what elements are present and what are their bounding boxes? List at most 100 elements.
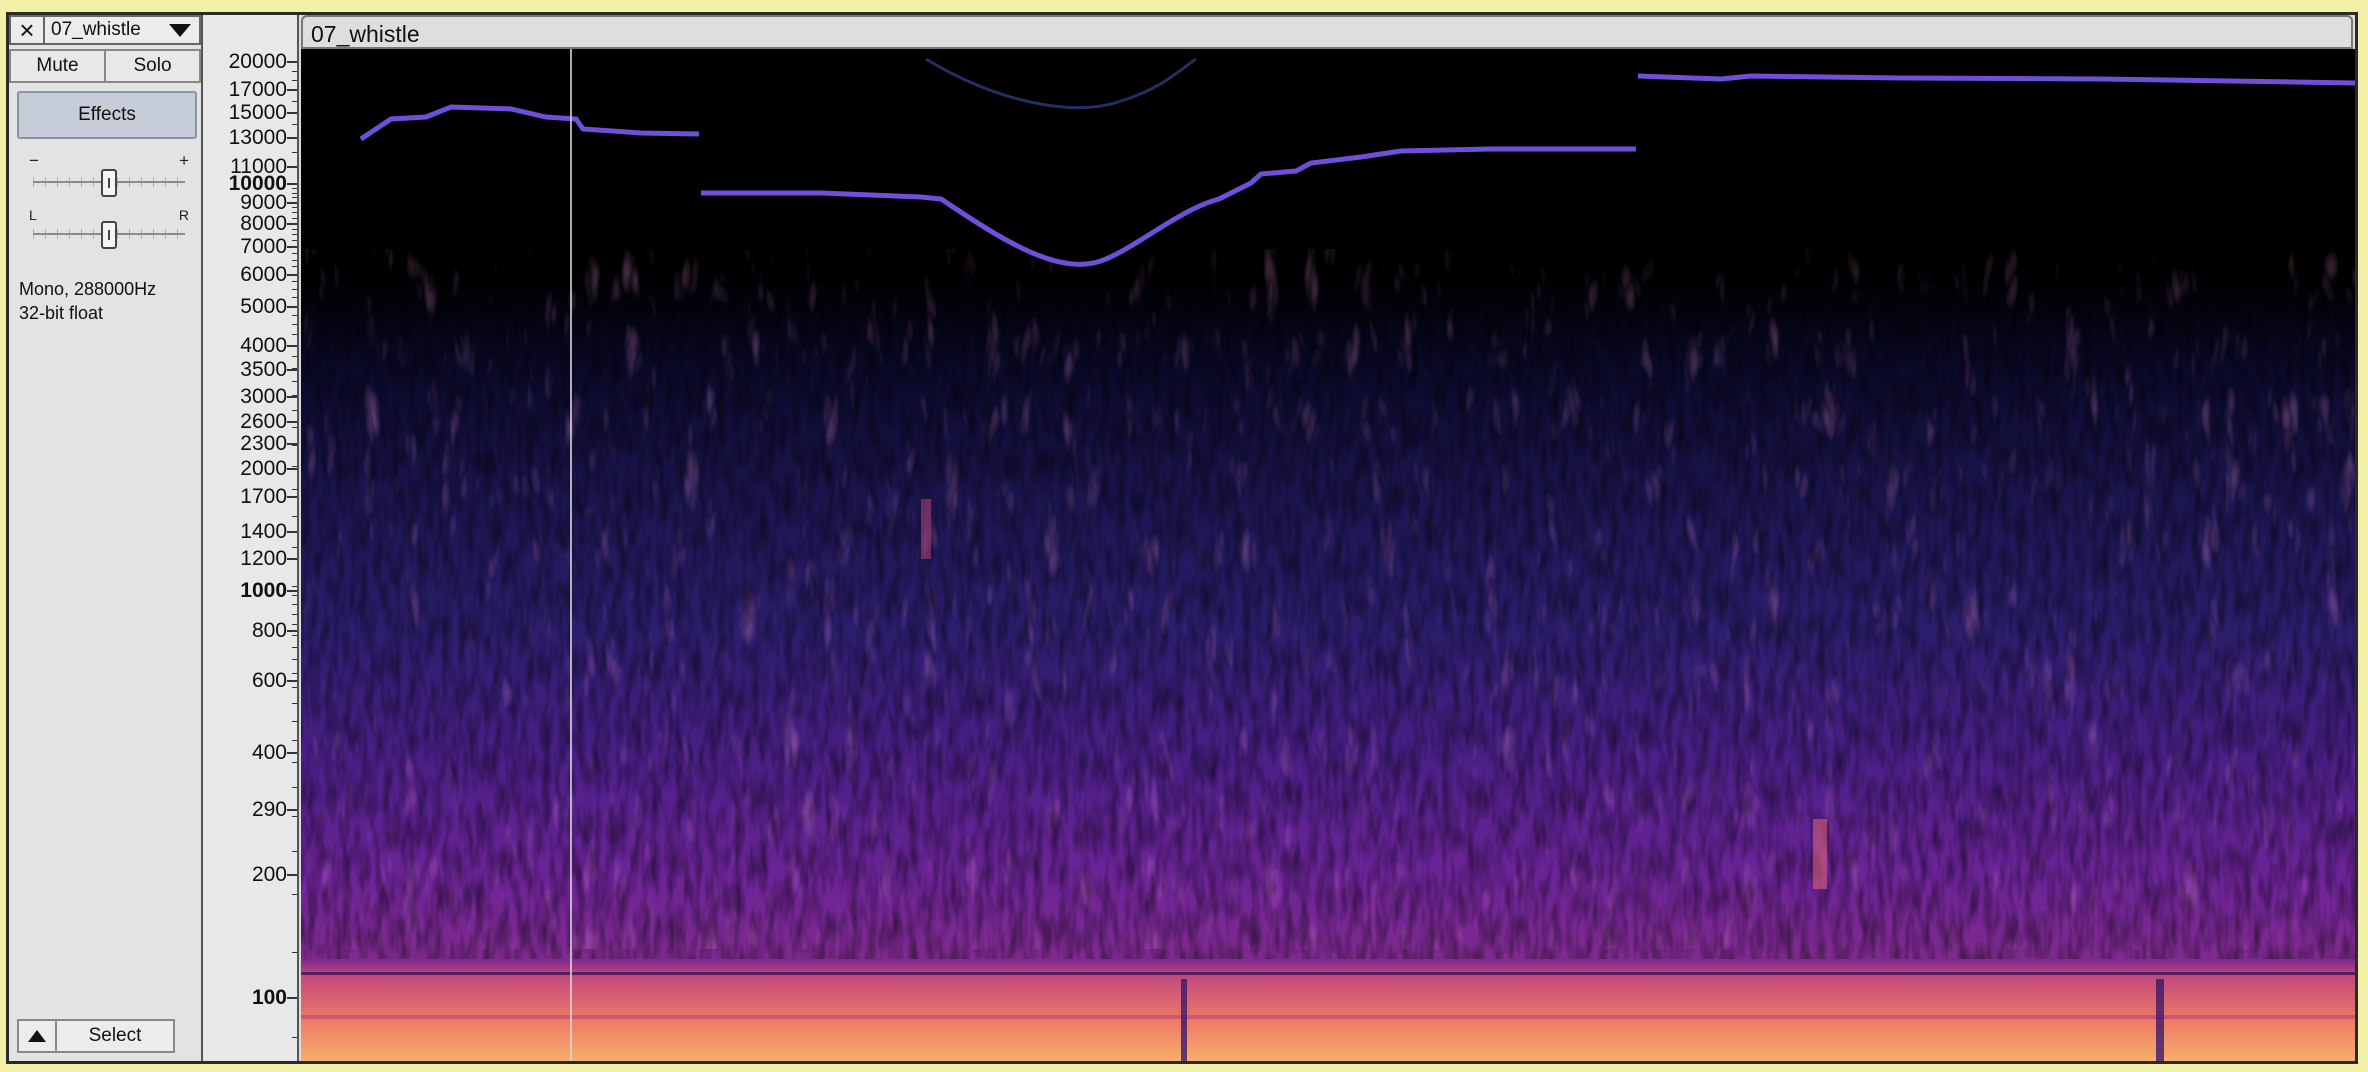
ruler-minor-tick [292, 252, 297, 254]
ruler-label-8000: 8000 [240, 211, 287, 235]
ruler-label-5000: 5000 [240, 294, 287, 318]
collapse-track-button[interactable] [17, 1019, 57, 1053]
select-track-button[interactable]: Select [57, 1019, 175, 1053]
noise-column-1 [1181, 979, 1187, 1061]
ruler-minor-tick [292, 217, 297, 219]
ruler-major-tick [287, 752, 297, 755]
track-bitdepth-text: 32-bit float [19, 303, 104, 323]
ruler-minor-tick [292, 273, 297, 275]
ruler-minor-tick [292, 344, 297, 346]
noise-column-3 [1813, 819, 1827, 889]
gain-minus-label: − [29, 151, 39, 170]
pan-left-label: L [29, 207, 37, 223]
dropdown-arrow-icon [169, 23, 191, 37]
ruler-minor-tick [292, 381, 297, 383]
ruler-major-tick [287, 680, 297, 683]
ruler-minor-tick [292, 646, 297, 648]
ruler-minor-tick [292, 594, 297, 596]
ruler-minor-tick [292, 234, 297, 236]
ruler-minor-tick [292, 297, 297, 299]
ruler-label-290: 290 [251, 797, 287, 821]
mute-button[interactable]: Mute [9, 49, 106, 83]
ruler-minor-tick [292, 515, 297, 517]
ruler-minor-tick [292, 1037, 297, 1039]
ruler-minor-tick [292, 894, 297, 896]
ruler-label-1700: 1700 [240, 485, 287, 509]
gain-slider[interactable]: − + [29, 151, 189, 197]
gain-slider-thumb[interactable] [101, 169, 117, 197]
ruler-minor-tick [292, 356, 297, 358]
ruler-label-7000: 7000 [240, 235, 287, 259]
ruler-minor-tick [292, 246, 297, 248]
ruler-minor-tick [292, 635, 297, 637]
ruler-minor-tick [292, 624, 297, 626]
ruler-minor-tick [292, 137, 297, 139]
ruler-major-tick [287, 808, 297, 811]
ruler-minor-tick [292, 259, 297, 261]
ruler-minor-tick [292, 951, 297, 953]
ruler-major-tick [287, 590, 297, 593]
ruler-minor-tick [292, 212, 297, 214]
ruler-major-tick [287, 629, 297, 632]
ruler-minor-tick [292, 266, 297, 268]
ruler-minor-tick [292, 70, 297, 72]
ruler-minor-tick [292, 816, 297, 818]
ruler-minor-tick [292, 192, 297, 194]
close-track-button[interactable]: × [9, 15, 45, 45]
ruler-minor-tick [292, 427, 297, 429]
ruler-minor-tick [292, 489, 297, 491]
track-name-menu-button[interactable]: 07_whistle [45, 15, 201, 45]
ruler-minor-tick [292, 720, 297, 722]
ruler-label-3500: 3500 [240, 357, 287, 381]
ruler-label-200: 200 [251, 863, 287, 887]
select-row: Select [9, 1019, 201, 1055]
low-band-dark-line-1 [301, 972, 2355, 975]
ruler-major-tick [287, 421, 297, 424]
ruler-label-13000: 13000 [228, 125, 287, 149]
clip-title-bar[interactable]: 07_whistle [301, 15, 2353, 49]
ruler-minor-tick [292, 166, 297, 168]
ruler-label-20000: 20000 [228, 49, 287, 73]
ruler-minor-tick [292, 762, 297, 764]
ruler-minor-tick [292, 850, 297, 852]
collapse-arrow-icon [28, 1030, 46, 1042]
track-control-panel: × 07_whistle Mute Solo Effects − + L R M… [9, 15, 203, 1061]
ruler-minor-tick [292, 305, 297, 307]
ruler-major-tick [287, 530, 297, 533]
ruler-minor-tick [292, 410, 297, 412]
ruler-label-2000: 2000 [240, 456, 287, 480]
noise-column-4 [921, 499, 931, 559]
track-format-info: Mono, 288000Hz 32-bit float [19, 277, 156, 325]
ruler-minor-tick [292, 100, 297, 102]
gain-plus-label: + [179, 151, 189, 170]
frequency-ruler[interactable]: 20000 17000 15000 13000 11000 10000 9000 8000 70… [203, 15, 299, 1061]
ruler-label-4000: 4000 [240, 334, 287, 358]
pan-slider[interactable]: L R [29, 207, 189, 249]
solo-button[interactable]: Solo [106, 49, 201, 83]
track-frame: × 07_whistle Mute Solo Effects − + L R M… [6, 12, 2358, 1064]
ruler-minor-tick [292, 183, 297, 185]
spectrogram-dark-noise [301, 199, 2355, 959]
ruler-major-tick [287, 557, 297, 560]
ruler-label-1400: 1400 [240, 519, 287, 543]
ruler-minor-tick [292, 240, 297, 242]
ruler-minor-tick [292, 787, 297, 788]
ruler-label-1200: 1200 [240, 546, 287, 570]
ruler-minor-tick [292, 466, 297, 467]
effects-button[interactable]: Effects [17, 91, 197, 139]
pan-slider-thumb[interactable] [101, 221, 117, 249]
ruler-minor-tick [292, 395, 297, 397]
ruler-minor-tick [292, 703, 297, 705]
spectrogram-view[interactable] [301, 49, 2355, 1061]
close-icon: × [19, 14, 35, 45]
ruler-minor-tick [292, 613, 297, 615]
ruler-minor-tick [292, 188, 297, 190]
ruler-minor-tick [292, 547, 297, 549]
ruler-label-600: 600 [251, 669, 287, 693]
mute-solo-group: Mute Solo [9, 49, 201, 83]
ruler-label-6000: 6000 [240, 262, 287, 286]
ruler-minor-tick [292, 368, 297, 370]
ruler-major-tick [287, 496, 297, 499]
ruler-major-tick [287, 467, 297, 470]
low-band-dark-line-2 [301, 1015, 2355, 1019]
